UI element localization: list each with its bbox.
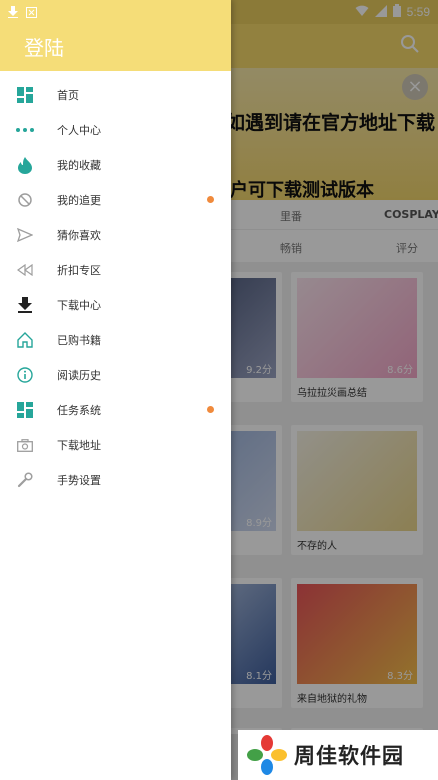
new-badge bbox=[207, 196, 214, 203]
login-title[interactable]: 登陆 bbox=[24, 32, 64, 61]
menu-item-gesture-settings[interactable]: 手势设置 bbox=[0, 462, 231, 497]
menu-item-label: 已购书籍 bbox=[57, 334, 101, 347]
download-icon bbox=[8, 3, 18, 22]
info-icon bbox=[16, 366, 34, 384]
navigation-drawer: 登陆 首页 个人中心 我的收藏 我的追更 猜你喜欢 折扣专区 下载中心 已购书籍… bbox=[0, 0, 231, 780]
flame-icon bbox=[16, 156, 34, 174]
menu-item-purchased[interactable]: 已购书籍 bbox=[0, 322, 231, 357]
menu-item-personal-center[interactable]: 个人中心 bbox=[0, 112, 231, 147]
wrench-icon bbox=[16, 471, 34, 489]
menu-item-recommend[interactable]: 猜你喜欢 bbox=[0, 217, 231, 252]
menu-item-label: 首页 bbox=[57, 89, 79, 102]
menu-item-home[interactable]: 首页 bbox=[0, 77, 231, 112]
grid-icon bbox=[16, 401, 34, 419]
menu-item-label: 阅读历史 bbox=[57, 369, 101, 382]
menu-item-download-address[interactable]: 下载地址 bbox=[0, 427, 231, 462]
menu-item-label: 个人中心 bbox=[57, 124, 101, 137]
menu-item-label: 任务系统 bbox=[57, 404, 101, 417]
menu-item-label: 折扣专区 bbox=[57, 264, 101, 277]
menu-item-label: 手势设置 bbox=[57, 474, 101, 487]
menu-item-discount[interactable]: 折扣专区 bbox=[0, 252, 231, 287]
watermark-text: 周佳软件园 bbox=[294, 744, 404, 768]
menu-item-download-center[interactable]: 下载中心 bbox=[0, 287, 231, 322]
status-left-icons bbox=[8, 3, 37, 22]
new-badge bbox=[207, 406, 214, 413]
refresh-icon bbox=[16, 191, 34, 209]
menu-item-label: 猜你喜欢 bbox=[57, 229, 101, 242]
home-icon bbox=[16, 331, 34, 349]
menu-item-label: 下载中心 bbox=[57, 299, 101, 312]
menu-item-favorites[interactable]: 我的收藏 bbox=[0, 147, 231, 182]
camera-icon bbox=[16, 436, 34, 454]
send-icon bbox=[16, 226, 34, 244]
menu-item-label: 我的追更 bbox=[57, 194, 101, 207]
drawer-menu: 首页 个人中心 我的收藏 我的追更 猜你喜欢 折扣专区 下载中心 已购书籍 阅读… bbox=[0, 77, 231, 497]
menu-item-history[interactable]: 阅读历史 bbox=[0, 357, 231, 392]
notification-icon bbox=[26, 3, 37, 22]
menu-item-following[interactable]: 我的追更 bbox=[0, 182, 231, 217]
grid-icon bbox=[16, 86, 34, 104]
download-icon bbox=[16, 296, 34, 314]
more-dots-icon bbox=[16, 121, 34, 139]
drawer-header: 登陆 bbox=[0, 0, 231, 71]
rewind-icon bbox=[16, 261, 34, 279]
menu-item-tasks[interactable]: 任务系统 bbox=[0, 392, 231, 427]
menu-item-label: 我的收藏 bbox=[57, 159, 101, 172]
watermark: 周佳软件园 bbox=[238, 730, 438, 780]
menu-item-label: 下载地址 bbox=[57, 439, 101, 452]
watermark-logo-icon bbox=[246, 734, 288, 780]
